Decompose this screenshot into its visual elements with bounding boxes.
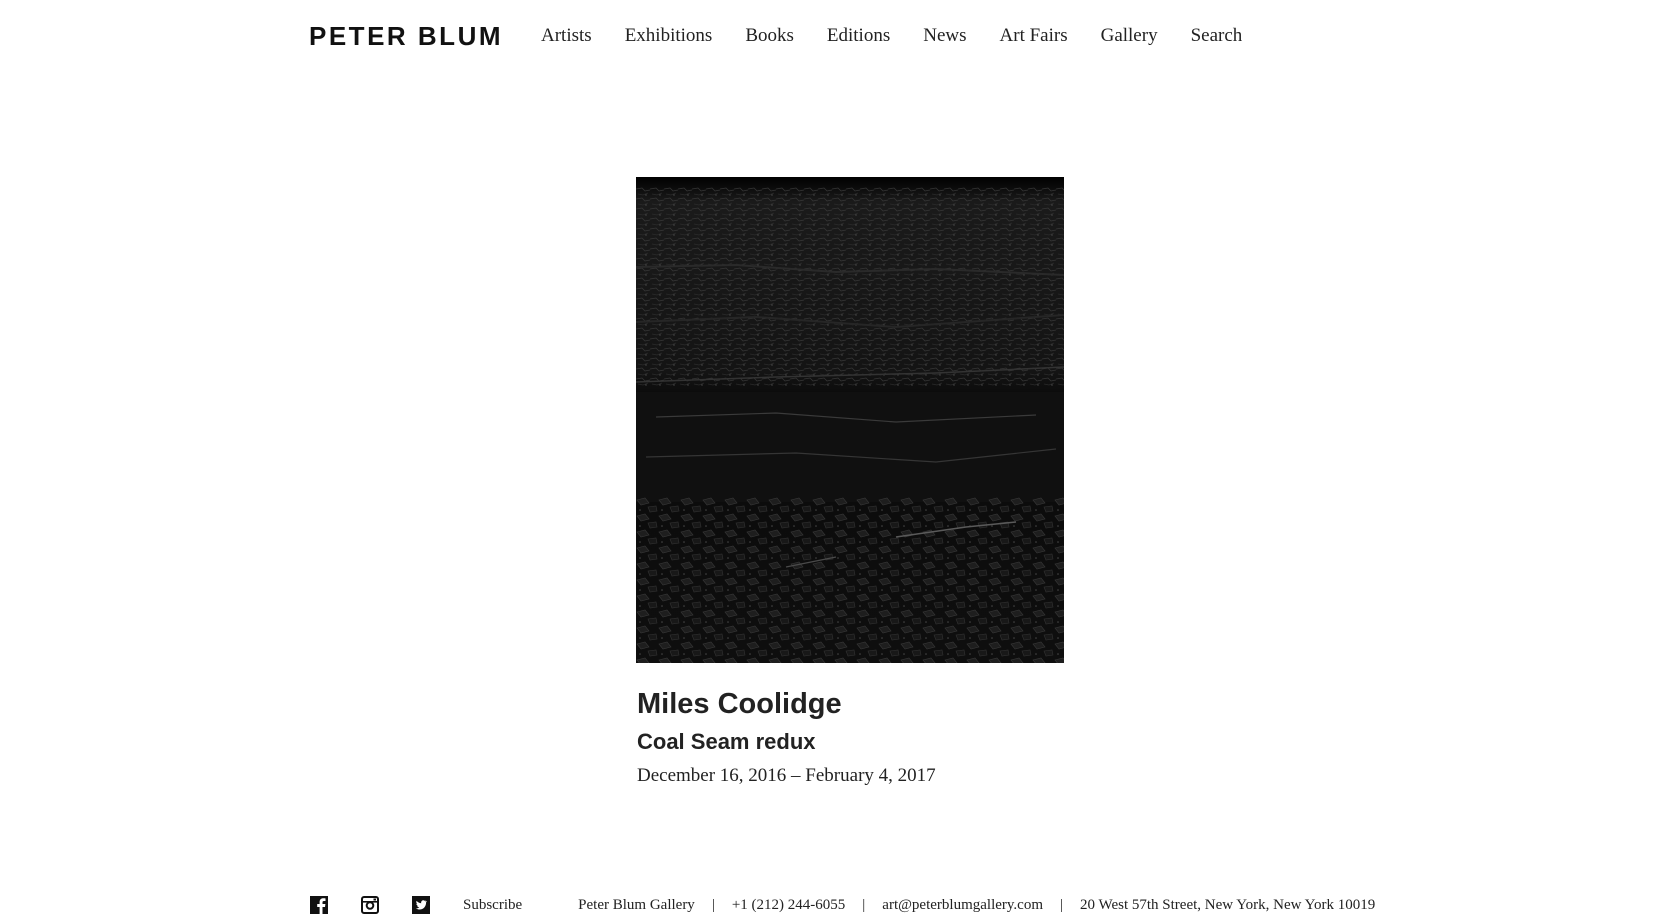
nav-search[interactable]: Search [1191, 25, 1243, 47]
footer-gallery-name: Peter Blum Gallery [578, 896, 695, 913]
artist-name[interactable]: Miles Coolidge [637, 686, 936, 722]
exhibition-dates: December 16, 2016 – February 4, 2017 [637, 765, 936, 786]
footer-separator: | [862, 896, 866, 913]
footer-separator: | [711, 896, 715, 913]
nav-gallery[interactable]: Gallery [1101, 25, 1158, 47]
footer-email[interactable]: art@peterblumgallery.com [882, 897, 1043, 914]
footer-separator: | [1060, 896, 1064, 913]
facebook-icon[interactable] [310, 896, 328, 914]
nav-news[interactable]: News [923, 25, 966, 47]
exhibition-image[interactable] [636, 177, 1064, 663]
site-logo[interactable]: PETER BLUM [309, 21, 503, 52]
subscribe-link[interactable]: Subscribe [463, 897, 522, 914]
nav-artists[interactable]: Artists [541, 25, 592, 47]
twitter-icon[interactable] [412, 896, 430, 914]
nav-exhibitions[interactable]: Exhibitions [625, 25, 713, 47]
coal-seam-photo [636, 177, 1064, 663]
nav-editions[interactable]: Editions [827, 25, 890, 47]
site-header: PETER BLUM Artists Exhibitions Books Edi… [309, 21, 1275, 52]
instagram-icon[interactable] [361, 896, 379, 914]
footer-phone[interactable]: +1 (212) 244-6055 [732, 897, 845, 914]
exhibition-info: Miles Coolidge Coal Seam redux December … [637, 686, 936, 788]
main-nav: Artists Exhibitions Books Editions News … [541, 25, 1275, 47]
nav-books[interactable]: Books [745, 25, 794, 47]
footer-address: 20 West 57th Street, New York, New York … [1080, 896, 1376, 913]
site-footer: Subscribe Peter Blum Gallery | +1 (212) … [310, 895, 1375, 915]
nav-art-fairs[interactable]: Art Fairs [1000, 25, 1068, 47]
exhibition-title[interactable]: Coal Seam redux [637, 728, 936, 756]
